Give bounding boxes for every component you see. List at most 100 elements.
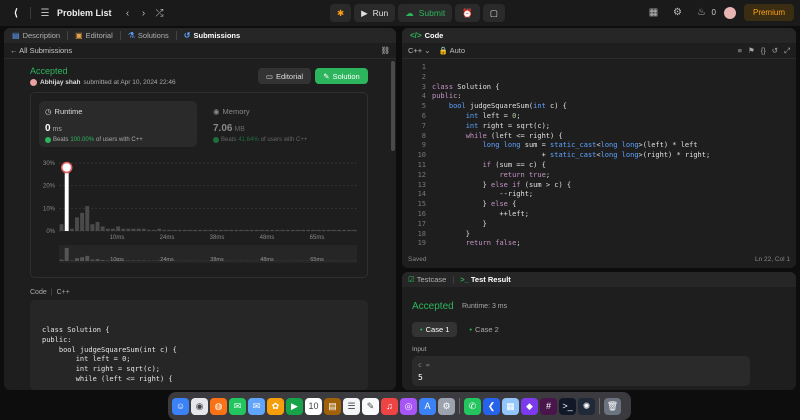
chart-bar[interactable]: [69, 228, 74, 231]
settings-icon[interactable]: ⚙: [438, 397, 455, 415]
chart-bar[interactable]: [326, 229, 331, 231]
solution-button[interactable]: ✎ Solution: [315, 68, 368, 84]
firefox-icon[interactable]: ◍: [210, 397, 227, 415]
tab-solutions[interactable]: ⚗ Solutions: [126, 31, 171, 40]
chart-bar[interactable]: [352, 229, 357, 231]
chart-bar[interactable]: [331, 229, 336, 231]
back-link[interactable]: ← All Submissions: [10, 46, 72, 55]
music-icon[interactable]: ♫: [381, 397, 398, 415]
chart-bar[interactable]: [285, 229, 290, 231]
chart-bar[interactable]: [321, 229, 326, 231]
language-select[interactable]: C++ ⌄: [408, 46, 431, 55]
chart-bar[interactable]: [316, 229, 321, 231]
editorial-button[interactable]: ▭ Editorial: [258, 68, 311, 84]
chart-bar[interactable]: [342, 229, 347, 231]
chart-bar[interactable]: [234, 229, 239, 231]
vscode-icon[interactable]: ❮: [483, 397, 500, 415]
case-1-tab[interactable]: • Case 1: [412, 322, 458, 337]
memory-card[interactable]: ◉ Memory 7.06 MB Beats 41.64% of users with …: [207, 101, 357, 147]
chart-bar[interactable]: [203, 229, 208, 231]
chart-bar[interactable]: [306, 229, 311, 231]
tab-code[interactable]: </> Code: [408, 31, 445, 40]
tab-editorial[interactable]: ▣ Editorial: [73, 31, 115, 40]
code-editor[interactable]: 1 2 3 4 5 6 7 8 9 10 11 12 13 14 15 16 17 18 19 class Solu…: [402, 60, 796, 250]
chevron-left-icon[interactable]: ‹: [120, 5, 136, 21]
freeform-icon[interactable]: ✎: [362, 397, 379, 415]
calendar-icon[interactable]: 10: [305, 397, 322, 415]
submitted-code[interactable]: class Solution { public: bool judgeSquar…: [30, 300, 368, 390]
messages-icon[interactable]: ✉: [229, 397, 246, 415]
chart-bar[interactable]: [172, 229, 177, 231]
chart-bar[interactable]: [100, 226, 105, 231]
chart-bar[interactable]: [64, 167, 69, 231]
streak-fire-icon[interactable]: ♨: [694, 5, 710, 21]
notes-icon[interactable]: ▤: [324, 397, 341, 415]
chart-bar[interactable]: [213, 229, 218, 231]
debug-button[interactable]: ✱: [330, 4, 352, 22]
chart-bar[interactable]: [275, 229, 280, 231]
notes-button[interactable]: ▢: [482, 4, 505, 22]
chart-bar[interactable]: [116, 226, 121, 231]
chart-bar[interactable]: [265, 229, 270, 231]
chart-bar[interactable]: [146, 229, 151, 231]
chart-bar[interactable]: [182, 229, 187, 231]
chart-bar[interactable]: [188, 229, 192, 231]
terminal-icon[interactable]: >_: [559, 397, 576, 415]
chevron-right-icon[interactable]: ›: [136, 5, 152, 21]
fullscreen-icon[interactable]: ⤢: [784, 46, 790, 56]
finder-icon[interactable]: ☺: [172, 397, 189, 415]
chart-bar[interactable]: [121, 228, 126, 231]
format-icon[interactable]: ≡: [738, 46, 742, 56]
obsidian-icon[interactable]: ◆: [521, 397, 538, 415]
chart-bar[interactable]: [75, 217, 79, 231]
appstore-icon[interactable]: A: [419, 397, 436, 415]
chart-bar[interactable]: [239, 229, 244, 231]
chatgpt-icon[interactable]: ✺: [578, 397, 595, 415]
facetime-icon[interactable]: ▶: [286, 397, 303, 415]
chart-bar[interactable]: [347, 229, 352, 231]
chart-bar[interactable]: [126, 228, 131, 231]
chart-bar[interactable]: [218, 229, 223, 231]
chart-bar[interactable]: [141, 228, 146, 231]
runtime-distribution-chart[interactable]: 30% 20% 10% 0% 10ms 24ms 38ms 48ms 65ms 10ms 24ms 3…: [31, 153, 369, 279]
bookmark-icon[interactable]: ⚑: [748, 46, 755, 56]
chart-bar[interactable]: [301, 229, 306, 231]
chart-bar[interactable]: [85, 206, 90, 231]
chart-bar[interactable]: [208, 229, 213, 231]
tab-testcase[interactable]: ☑ Testcase: [408, 275, 446, 284]
chart-bar[interactable]: [95, 221, 100, 231]
chart-bar[interactable]: [162, 229, 167, 231]
chart-bar[interactable]: [198, 229, 203, 231]
chart-bar[interactable]: [59, 224, 64, 231]
user-marker-avatar[interactable]: [60, 161, 73, 174]
chart-bar[interactable]: [80, 212, 85, 231]
case-2-tab[interactable]: • Case 2: [461, 322, 506, 337]
chart-bar[interactable]: [249, 229, 254, 231]
chart-bar[interactable]: [270, 229, 275, 231]
chart-bar[interactable]: [290, 229, 295, 231]
link-icon[interactable]: ⛓: [380, 46, 390, 55]
slack-icon[interactable]: #: [540, 397, 557, 415]
run-button[interactable]: ▶ Run: [354, 4, 396, 22]
chart-bar[interactable]: [131, 228, 136, 231]
chart-bar[interactable]: [244, 229, 249, 231]
chart-bar[interactable]: [295, 229, 300, 231]
scrollbar[interactable]: [391, 61, 395, 151]
runtime-card[interactable]: ◷ Runtime 0 ms Beats 100.00% of users with C…: [39, 101, 197, 147]
trash-icon[interactable]: 🗑: [604, 397, 621, 415]
chart-bar[interactable]: [136, 228, 141, 231]
chart-bar[interactable]: [110, 228, 115, 231]
mail-icon[interactable]: ✉: [248, 397, 265, 415]
chart-bar[interactable]: [259, 229, 264, 231]
chart-bar[interactable]: [90, 224, 95, 231]
preview-icon[interactable]: ▦: [502, 397, 519, 415]
chart-bar[interactable]: [311, 229, 316, 231]
list-icon[interactable]: ☰: [37, 5, 53, 21]
mode-indicator[interactable]: 🔒 Auto: [439, 46, 465, 55]
tab-description[interactable]: ▤ Description: [10, 31, 62, 40]
chart-bar[interactable]: [254, 229, 259, 231]
tab-submissions[interactable]: ↺ Submissions: [182, 31, 242, 40]
shuffle-icon[interactable]: ⤮: [152, 5, 168, 21]
chart-bar[interactable]: [105, 228, 110, 231]
chart-bar[interactable]: [280, 229, 285, 231]
